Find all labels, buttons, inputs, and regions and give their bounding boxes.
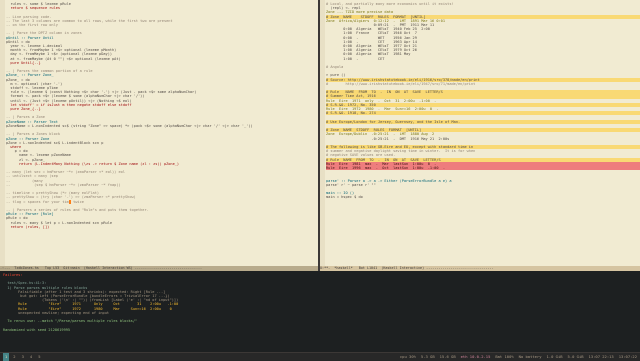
- left-editor-pane[interactable]: rules <- some $ lexeme pRule return $ se…: [0, 0, 318, 271]
- code-line: return (rules, []): [6, 224, 50, 229]
- terminal-output[interactable]: Failures: test/Spec.hs:41:3: 1) Parse pa…: [0, 271, 640, 336]
- right-code-buffer[interactable]: # Local, and partially many more economi…: [320, 0, 640, 200]
- left-cursor: [69, 200, 71, 204]
- right-editor-pane[interactable]: # Local, and partially many more economi…: [320, 0, 640, 271]
- left-code-buffer[interactable]: rules <- some $ lexeme pRule return $ se…: [0, 0, 318, 229]
- terminal-pane[interactable]: Failures: test/Spec.hs:41:3: 1) Parse pa…: [0, 271, 640, 352]
- right-gutter: [320, 0, 325, 271]
- left-gutter: [0, 0, 5, 271]
- code-line: main = hspec $ do: [326, 195, 363, 200]
